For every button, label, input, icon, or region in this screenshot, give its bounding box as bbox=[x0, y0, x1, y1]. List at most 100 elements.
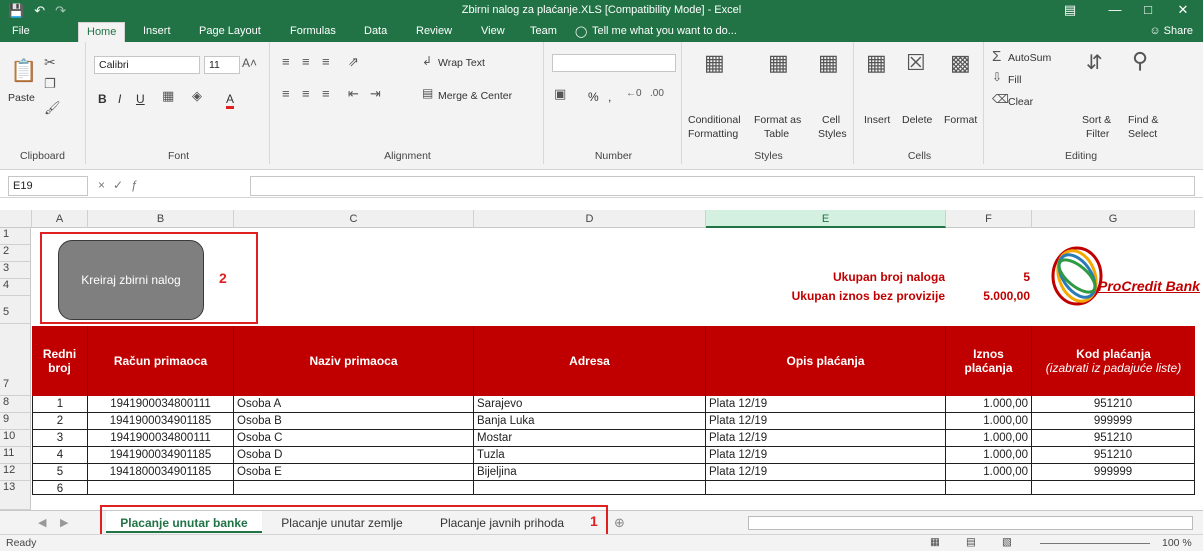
borders-icon[interactable]: ▦ bbox=[162, 88, 174, 104]
align-bottom-icon[interactable]: ≡ bbox=[322, 54, 330, 69]
cell-iznos[interactable]: 1.000,00 bbox=[946, 447, 1032, 464]
align-top-icon[interactable]: ≡ bbox=[282, 54, 290, 69]
cell-adresa[interactable]: Mostar bbox=[474, 430, 706, 447]
format-cells-button[interactable]: Format bbox=[944, 114, 977, 126]
cell-naziv[interactable]: Osoba B bbox=[234, 413, 474, 430]
cell-racun[interactable]: 1941900034800111 bbox=[88, 396, 234, 413]
clear-button[interactable]: Clear bbox=[1008, 96, 1033, 108]
cell-kod[interactable] bbox=[1032, 481, 1195, 495]
cell-broj[interactable]: 4 bbox=[32, 447, 88, 464]
bold-button[interactable]: B bbox=[98, 92, 107, 106]
page-layout-view-icon[interactable]: ▤ bbox=[966, 536, 976, 548]
increase-indent-icon[interactable]: ⇥ bbox=[370, 86, 381, 102]
minimize-icon[interactable]: — bbox=[1100, 2, 1130, 17]
cell-kod[interactable]: 951210 bbox=[1032, 396, 1195, 413]
cell-broj[interactable]: 5 bbox=[32, 464, 88, 481]
paste-icon[interactable]: 📋 bbox=[10, 58, 37, 84]
tab-insert[interactable]: Insert bbox=[143, 25, 171, 37]
cell-styles-button[interactable]: Cell bbox=[822, 114, 840, 126]
cell-broj[interactable]: 1 bbox=[32, 396, 88, 413]
cell-racun[interactable] bbox=[88, 481, 234, 495]
cell-opis[interactable]: Plata 12/19 bbox=[706, 413, 946, 430]
cell-adresa[interactable] bbox=[474, 481, 706, 495]
row-header-1[interactable]: 1 bbox=[0, 228, 31, 245]
cell-iznos[interactable]: 1.000,00 bbox=[946, 396, 1032, 413]
cell-racun[interactable]: 1941900034800111 bbox=[88, 430, 234, 447]
close-icon[interactable]: ✕ bbox=[1168, 2, 1198, 18]
cell-adresa[interactable]: Tuzla bbox=[474, 447, 706, 464]
fill-button[interactable]: Fill bbox=[1008, 74, 1021, 86]
align-left-icon[interactable]: ≡ bbox=[282, 86, 290, 101]
align-middle-icon[interactable]: ≡ bbox=[302, 54, 310, 69]
cell-naziv[interactable]: Osoba C bbox=[234, 430, 474, 447]
tab-data[interactable]: Data bbox=[364, 25, 387, 37]
select-all-corner[interactable] bbox=[0, 210, 32, 228]
cell-iznos[interactable]: 1.000,00 bbox=[946, 430, 1032, 447]
tab-review[interactable]: Review bbox=[416, 25, 452, 37]
font-name-select[interactable]: Calibri bbox=[94, 56, 200, 74]
row-header-3[interactable]: 3 bbox=[0, 262, 31, 279]
tab-file[interactable]: File bbox=[12, 25, 30, 37]
tab-team[interactable]: Team bbox=[530, 25, 557, 37]
fill-color-icon[interactable]: ◈ bbox=[192, 88, 202, 104]
tab-formulas[interactable]: Formulas bbox=[290, 25, 336, 37]
cell-kod[interactable]: 999999 bbox=[1032, 413, 1195, 430]
delete-cells-button[interactable]: Delete bbox=[902, 114, 932, 126]
column-header-e[interactable]: E bbox=[706, 210, 946, 228]
row-header-9[interactable]: 9 bbox=[0, 413, 31, 430]
cell-kod[interactable]: 999999 bbox=[1032, 464, 1195, 481]
row-header-13[interactable]: 13 bbox=[0, 481, 31, 510]
column-header-g[interactable]: G bbox=[1032, 210, 1195, 228]
align-center-icon[interactable]: ≡ bbox=[302, 86, 310, 101]
share-button[interactable]: ☺ Share bbox=[1149, 25, 1193, 37]
sheet-scroll-right-icon[interactable]: ▶ bbox=[60, 516, 68, 529]
number-format-select[interactable] bbox=[552, 54, 676, 72]
increase-font-icon[interactable]: A˄ bbox=[242, 56, 257, 70]
conditional-formatting-button[interactable]: Conditional bbox=[688, 114, 741, 126]
align-right-icon[interactable]: ≡ bbox=[322, 86, 330, 101]
cell-opis[interactable]: Plata 12/19 bbox=[706, 447, 946, 464]
row-header-11[interactable]: 11 bbox=[0, 447, 31, 464]
row-header-10[interactable]: 10 bbox=[0, 430, 31, 447]
column-header-d[interactable]: D bbox=[474, 210, 706, 228]
currency-icon[interactable]: ▣ bbox=[554, 86, 566, 102]
cell-broj[interactable]: 3 bbox=[32, 430, 88, 447]
cell-naziv[interactable]: Osoba A bbox=[234, 396, 474, 413]
row-header-8[interactable]: 8 bbox=[0, 396, 31, 413]
cell-opis[interactable]: Plata 12/19 bbox=[706, 430, 946, 447]
tab-home[interactable]: Home bbox=[78, 22, 126, 42]
cell-naziv[interactable]: Osoba D bbox=[234, 447, 474, 464]
increase-decimal-icon[interactable]: ←0 bbox=[626, 88, 642, 99]
font-color-button[interactable]: A bbox=[226, 92, 235, 109]
cell-adresa[interactable]: Banja Luka bbox=[474, 413, 706, 430]
cell-naziv[interactable]: Osoba E bbox=[234, 464, 474, 481]
column-header-c[interactable]: C bbox=[234, 210, 474, 228]
tab-page-layout[interactable]: Page Layout bbox=[199, 25, 261, 37]
cell-kod[interactable]: 951210 bbox=[1032, 447, 1195, 464]
cell-naziv[interactable] bbox=[234, 481, 474, 495]
row-header-7[interactable]: 7 bbox=[0, 324, 31, 396]
paste-button[interactable]: Paste bbox=[8, 92, 35, 104]
tab-view[interactable]: View bbox=[481, 25, 505, 37]
zoom-slider[interactable] bbox=[1040, 543, 1150, 544]
copy-icon[interactable]: ❐ bbox=[44, 76, 56, 92]
fx-icon[interactable]: ×✓ƒ bbox=[98, 178, 146, 192]
cell-adresa[interactable]: Bijeljina bbox=[474, 464, 706, 481]
row-header-12[interactable]: 12 bbox=[0, 464, 31, 481]
row-header-4[interactable]: 4 bbox=[0, 279, 31, 296]
cell-broj[interactable]: 2 bbox=[32, 413, 88, 430]
merge-center-button[interactable]: Merge & Center bbox=[438, 90, 512, 102]
cell-broj[interactable]: 6 bbox=[32, 481, 88, 495]
horizontal-scrollbar[interactable] bbox=[748, 516, 1193, 530]
wrap-text-button[interactable]: Wrap Text bbox=[438, 57, 485, 69]
sort-filter-button[interactable]: Sort & bbox=[1082, 114, 1111, 126]
autosum-button[interactable]: AutoSum bbox=[1008, 52, 1051, 64]
cut-icon[interactable]: ✂ bbox=[44, 54, 56, 71]
cell-racun[interactable]: 1941900034901185 bbox=[88, 413, 234, 430]
normal-view-icon[interactable]: ▦ bbox=[930, 536, 940, 548]
insert-cells-button[interactable]: Insert bbox=[864, 114, 890, 126]
cell-opis[interactable]: Plata 12/19 bbox=[706, 464, 946, 481]
italic-button[interactable]: I bbox=[118, 92, 121, 106]
orientation-icon[interactable]: ⇗ bbox=[348, 54, 359, 70]
cell-iznos[interactable]: 1.000,00 bbox=[946, 413, 1032, 430]
